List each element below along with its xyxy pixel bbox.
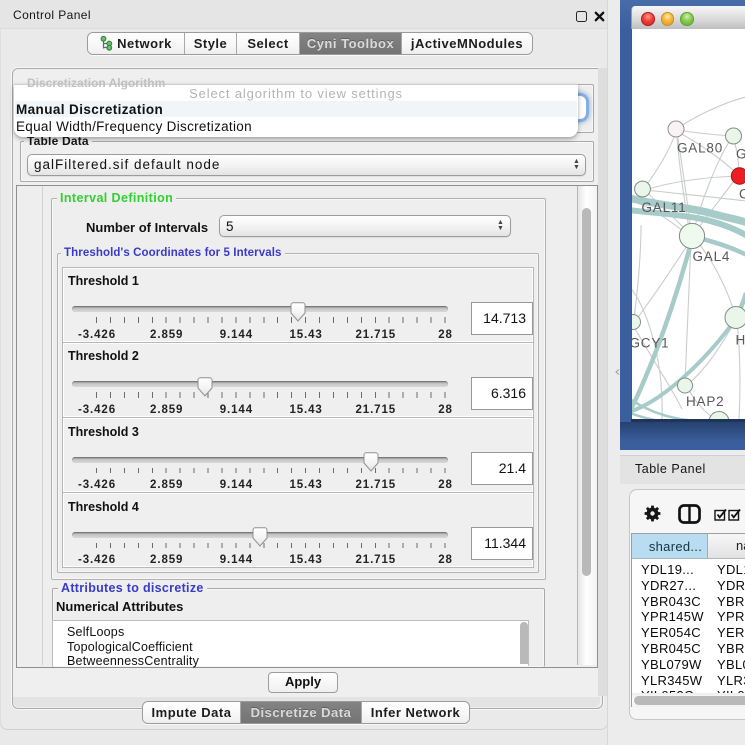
svg-text:C: C xyxy=(739,187,745,202)
svg-text:HAP2: HAP2 xyxy=(686,394,724,409)
svg-text:H: H xyxy=(736,333,745,348)
svg-text:GAL80: GAL80 xyxy=(677,141,723,156)
svg-text:GCY1: GCY1 xyxy=(632,336,669,351)
svg-text:G.: G. xyxy=(736,147,745,162)
svg-text:GAL11: GAL11 xyxy=(642,200,687,215)
svg-text:GAL4: GAL4 xyxy=(693,249,731,264)
